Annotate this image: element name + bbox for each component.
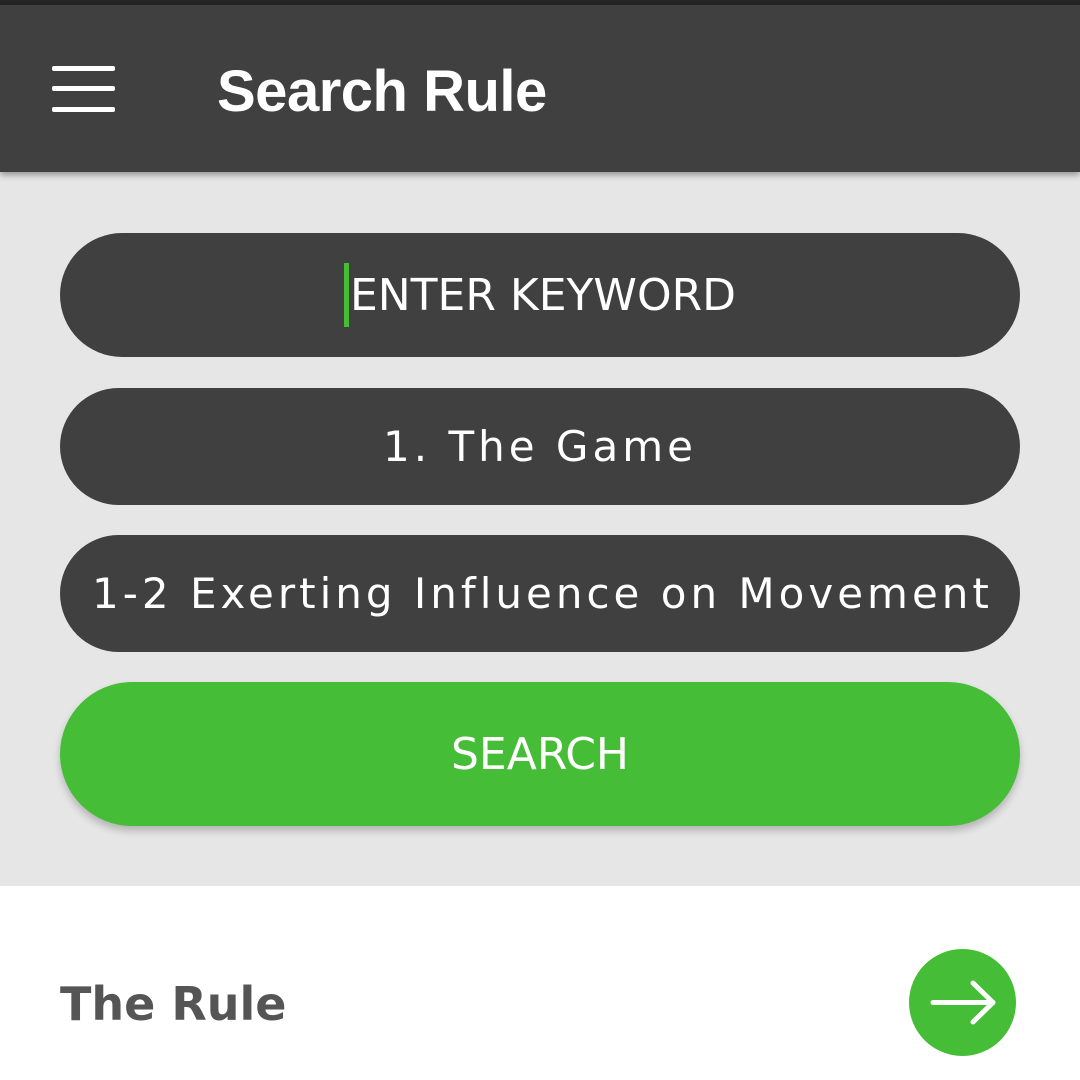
chapter-select[interactable]: 1. The Game bbox=[60, 388, 1020, 505]
search-button-label: SEARCH bbox=[450, 728, 630, 780]
search-panel: ENTER KEYWORD 1. The Game 1-2 Exerting I… bbox=[0, 172, 1080, 886]
result-item[interactable]: The Rule bbox=[0, 886, 1080, 1080]
open-rule-button[interactable] bbox=[909, 949, 1016, 1056]
page-title: Search Rule bbox=[217, 59, 547, 124]
hamburger-menu-icon[interactable] bbox=[40, 49, 126, 129]
keyword-input[interactable]: ENTER KEYWORD bbox=[60, 233, 1020, 357]
text-caret bbox=[343, 263, 349, 327]
search-button[interactable]: SEARCH bbox=[60, 682, 1020, 826]
keyword-placeholder: ENTER KEYWORD bbox=[349, 269, 737, 321]
section-select-value: 1-2 Exerting Influence on Movement of bbox=[92, 569, 996, 618]
arrow-right-icon bbox=[930, 980, 996, 1025]
result-title: The Rule bbox=[60, 977, 287, 1031]
section-select[interactable]: 1-2 Exerting Influence on Movement of bbox=[60, 535, 1020, 652]
app-bar: Search Rule bbox=[0, 5, 1080, 172]
chapter-select-value: 1. The Game bbox=[383, 422, 697, 471]
